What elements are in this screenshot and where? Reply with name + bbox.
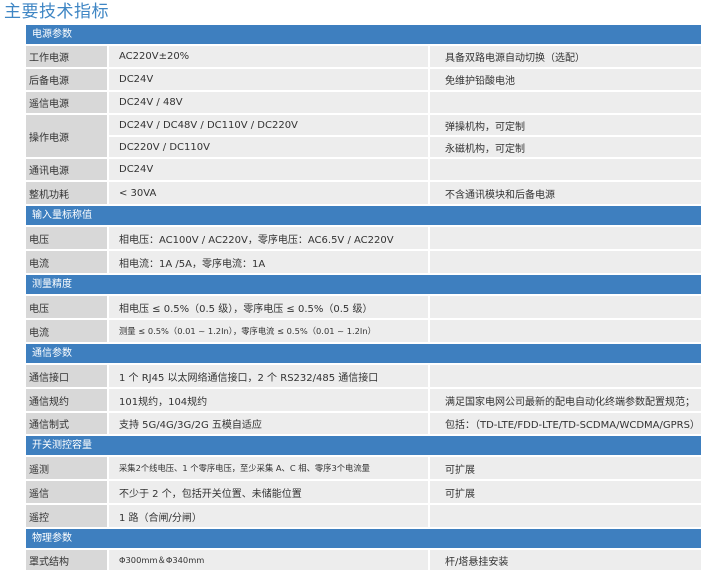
spec-note	[430, 92, 701, 113]
spec-value: 1 个 RJ45 以太网络通信接口，2 个 RS232/485 通信接口	[109, 365, 428, 387]
spec-label: 电流	[26, 320, 107, 342]
section-header: 开关测控容量	[26, 436, 701, 457]
spec-label: 遥测	[26, 457, 107, 479]
spec-label: 电压	[26, 296, 107, 318]
spec-table: 电源参数 工作电源 AC220V±20% 具备双路电源自动切换（选配） 后备电源 DC24…	[26, 25, 701, 572]
section-header: 电源参数	[26, 25, 701, 46]
spec-note: 满足国家电网公司最新的配电自动化终端参数配置规范；	[430, 389, 701, 411]
section-header: 通信参数	[26, 344, 701, 365]
spec-label: 罩式结构	[26, 550, 107, 570]
spec-note	[430, 505, 701, 527]
spec-label: 通信制式	[26, 413, 107, 434]
spec-label: 电流	[26, 251, 107, 273]
spec-value: 采集2个线电压、1 个零序电压，至少采集 A、C 相、零序3个电流量	[109, 457, 428, 479]
spec-note	[430, 227, 701, 249]
spec-note	[430, 159, 701, 180]
spec-value: DC24V	[109, 69, 428, 90]
spec-row: 电流 相电流：1A /5A，零序电流：1A	[26, 251, 701, 275]
spec-label: 通讯电源	[26, 159, 107, 180]
spec-note: 可扩展	[430, 481, 701, 503]
spec-label: 电压	[26, 227, 107, 249]
spec-row: 操作电源 DC24V / DC48V / DC110V / DC220V DC220…	[26, 115, 701, 159]
spec-note: 可扩展	[430, 457, 701, 479]
spec-value: DC24V	[109, 159, 428, 180]
spec-row: 遥信电源 DC24V / 48V	[26, 92, 701, 115]
page-title: 主要技术指标	[4, 2, 109, 22]
spec-note: 弹操机构，可定制	[430, 115, 701, 135]
spec-label: 通信规约	[26, 389, 107, 411]
spec-value: DC24V / DC48V / DC110V / DC220V	[109, 115, 428, 135]
spec-note	[430, 320, 701, 342]
spec-value: Φ300mm＆Φ340mm	[109, 550, 428, 570]
spec-value: 相电压：AC100V / AC220V，零序电压：AC6.5V / AC220V	[109, 227, 428, 249]
spec-row: 遥控 1 路（合闸/分闸）	[26, 505, 701, 529]
spec-label: 工作电源	[26, 46, 107, 67]
section-header: 物理参数	[26, 529, 701, 550]
spec-row: 遥测 采集2个线电压、1 个零序电压，至少采集 A、C 相、零序3个电流量 可扩展	[26, 457, 701, 481]
spec-note: 不含通讯模块和后备电源	[430, 182, 701, 204]
spec-label: 通信接口	[26, 365, 107, 387]
section-header: 测量精度	[26, 275, 701, 296]
spec-page: 主要技术指标 电源参数 工作电源 AC220V±20% 具备双路电源自动切换（选配）后…	[0, 0, 702, 572]
spec-note	[430, 251, 701, 273]
spec-row: 遥信 不少于 2 个，包括开关位置、未储能位置 可扩展	[26, 481, 701, 505]
spec-note: 永磁机构，可定制	[430, 137, 701, 157]
spec-note: 包括：（TD-LTE/FDD-LTE/TD-SCDMA/WCDMA/GPRS）	[430, 413, 701, 434]
spec-note: 具备双路电源自动切换（选配）	[430, 46, 701, 67]
spec-note	[430, 296, 701, 318]
spec-label: 整机功耗	[26, 182, 107, 204]
spec-value: 不少于 2 个，包括开关位置、未储能位置	[109, 481, 428, 503]
spec-value: 1 路（合闸/分闸）	[109, 505, 428, 527]
spec-row: 工作电源 AC220V±20% 具备双路电源自动切换（选配）	[26, 46, 701, 69]
spec-value: 相电压 ≤ 0.5%（0.5 级），零序电压 ≤ 0.5%（0.5 级）	[109, 296, 428, 318]
spec-row: 通信规约 101规约，104规约 满足国家电网公司最新的配电自动化终端参数配置规范；	[26, 389, 701, 413]
spec-row: 通信接口 1 个 RJ45 以太网络通信接口，2 个 RS232/485 通信接口	[26, 365, 701, 389]
spec-note: 免维护铅酸电池	[430, 69, 701, 90]
spec-row: 整机功耗 < 30VA 不含通讯模块和后备电源	[26, 182, 701, 206]
spec-value: 支持 5G/4G/3G/2G 五模自适应	[109, 413, 428, 434]
spec-row: 通讯电源 DC24V	[26, 159, 701, 182]
spec-value: 101规约，104规约	[109, 389, 428, 411]
spec-row: 电压 相电压 ≤ 0.5%（0.5 级），零序电压 ≤ 0.5%（0.5 级）	[26, 296, 701, 320]
spec-label: 遥信	[26, 481, 107, 503]
spec-value: DC220V / DC110V	[109, 137, 428, 157]
spec-value: 相电流：1A /5A，零序电流：1A	[109, 251, 428, 273]
spec-value: < 30VA	[109, 182, 428, 204]
spec-row: 通信制式 支持 5G/4G/3G/2G 五模自适应 包括：（TD-LTE/FDD-L…	[26, 413, 701, 436]
spec-row: 电压 相电压：AC100V / AC220V，零序电压：AC6.5V / AC22…	[26, 227, 701, 251]
spec-value: 测量 ≤ 0.5%（0.01 ~ 1.2In），零序电流 ≤ 0.5%（0.01…	[109, 320, 428, 342]
spec-label: 遥控	[26, 505, 107, 527]
spec-row: 电流 测量 ≤ 0.5%（0.01 ~ 1.2In），零序电流 ≤ 0.5%（0.…	[26, 320, 701, 344]
spec-value: DC24V / 48V	[109, 92, 428, 113]
spec-row: 罩式结构 Φ300mm＆Φ340mm 杆/塔悬挂安装	[26, 550, 701, 572]
spec-note: 杆/塔悬挂安装	[430, 550, 701, 570]
spec-label: 后备电源	[26, 69, 107, 90]
spec-row: 后备电源 DC24V 免维护铅酸电池	[26, 69, 701, 92]
spec-value: AC220V±20%	[109, 46, 428, 67]
spec-label: 操作电源	[26, 115, 107, 157]
spec-note	[430, 365, 701, 387]
spec-label: 遥信电源	[26, 92, 107, 113]
section-header: 输入量标称值	[26, 206, 701, 227]
